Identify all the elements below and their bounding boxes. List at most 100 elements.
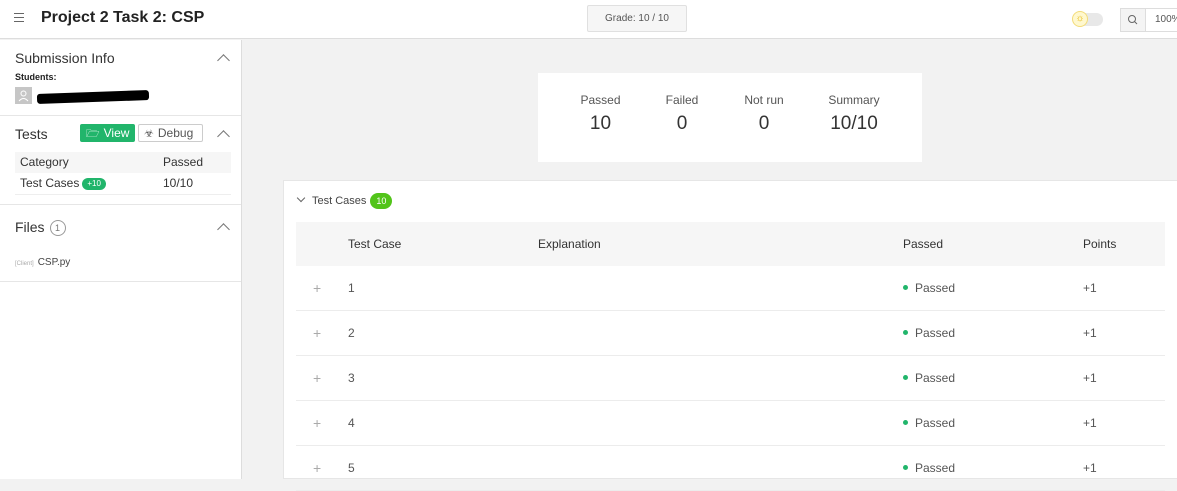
bug-icon: ☣ xyxy=(144,128,154,140)
expand-plus-icon[interactable]: + xyxy=(313,401,321,445)
points-cell: +1 xyxy=(1083,461,1097,475)
status-cell: Passed xyxy=(903,266,955,310)
status-cell: Passed xyxy=(903,356,955,400)
status-dot-icon xyxy=(903,375,908,380)
view-label: View xyxy=(103,126,130,140)
status-dot-icon xyxy=(903,465,908,470)
zoom-icon xyxy=(1128,15,1138,25)
submission-info-panel: Submission Info Students: xyxy=(0,40,241,116)
test-case-id: 1 xyxy=(348,281,355,295)
table-row[interactable]: + 1 Passed +1 xyxy=(296,266,1165,311)
failed-stat: Failed 0 xyxy=(662,93,702,135)
files-count-badge: 1 xyxy=(49,220,66,236)
zoom-level[interactable]: 100% xyxy=(1146,8,1177,32)
passed-column-header: Passed xyxy=(903,237,944,251)
debug-label: Debug xyxy=(157,126,194,140)
files-panel: Files 1 [Client] CSP.py xyxy=(0,205,241,282)
collapse-caret-icon[interactable] xyxy=(217,223,230,236)
category-cell: Test Cases +10 xyxy=(20,173,106,194)
tests-panel: Tests 🗁 View ☣ Debug Category Passed Test … xyxy=(0,116,241,205)
page-title: Project 2 Task 2: CSP xyxy=(41,9,205,26)
view-button[interactable]: 🗁 View xyxy=(80,124,135,142)
category-table: Category Passed Test Cases +10 10/10 xyxy=(15,152,231,195)
file-item[interactable]: [Client] CSP.py xyxy=(15,257,70,268)
test-cases-table: Test Case Explanation Passed Points + 1 … xyxy=(296,222,1165,491)
points-cell: +1 xyxy=(1083,371,1097,385)
status-dot-icon xyxy=(903,285,908,290)
points-column-header: Points xyxy=(1083,237,1117,251)
summary-stat-label: Summary xyxy=(828,93,880,107)
file-tag: [Client] xyxy=(15,261,34,267)
status-label: Passed xyxy=(915,281,956,295)
test-case-column-header: Test Case xyxy=(348,237,402,251)
score-badge: +10 xyxy=(82,178,106,190)
test-count-badge: 10 xyxy=(370,193,393,209)
theme-toggle[interactable]: ☼ xyxy=(1072,11,1103,27)
avatar xyxy=(15,87,32,104)
points-cell: +1 xyxy=(1083,281,1097,295)
passed-column-header: Passed xyxy=(163,155,204,169)
points-cell: +1 xyxy=(1083,326,1097,340)
status-cell: Passed xyxy=(903,401,955,445)
notrun-stat: Not run 0 xyxy=(741,93,787,135)
file-name: CSP.py xyxy=(37,257,71,268)
status-label: Passed xyxy=(915,326,956,340)
test-case-id: 3 xyxy=(348,371,355,385)
category-name: Test Cases xyxy=(20,176,80,190)
sidebar: Submission Info Students: Tests 🗁 View ☣ D… xyxy=(0,40,242,479)
top-bar: Project 2 Task 2: CSP Grade: 10 / 10 ☼ 1… xyxy=(0,0,1177,39)
status-dot-icon xyxy=(903,330,908,335)
chevron-down-icon xyxy=(296,193,306,203)
failed-stat-label: Failed xyxy=(665,93,699,107)
expand-plus-icon[interactable]: + xyxy=(313,446,321,490)
summary-stat: Summary 10/10 xyxy=(825,93,883,135)
results-summary-card: Passed 10 Failed 0 Not run 0 Summary 10/… xyxy=(538,73,922,162)
folder-icon: 🗁 xyxy=(86,128,100,140)
tests-title[interactable]: Tests xyxy=(15,126,48,142)
expand-plus-icon[interactable]: + xyxy=(313,266,321,310)
table-row[interactable]: + 3 Passed +1 xyxy=(296,356,1165,401)
table-row[interactable]: Test Cases +10 10/10 xyxy=(15,173,231,195)
test-case-id: 5 xyxy=(348,461,355,475)
zoom-button[interactable] xyxy=(1120,8,1146,32)
expand-plus-icon[interactable]: + xyxy=(313,356,321,400)
summary-stat-value: 10/10 xyxy=(830,113,878,134)
points-cell: +1 xyxy=(1083,416,1097,430)
category-column-header: Category xyxy=(20,155,69,169)
passed-stat: Passed 10 xyxy=(578,93,623,135)
status-cell: Passed xyxy=(903,446,955,490)
passed-stat-label: Passed xyxy=(580,93,621,107)
students-label: Students: xyxy=(15,72,57,82)
table-row[interactable]: + 5 Passed +1 xyxy=(296,446,1165,491)
status-label: Passed xyxy=(915,371,956,385)
status-label: Passed xyxy=(915,461,956,475)
table-row[interactable]: + 2 Passed +1 xyxy=(296,311,1165,356)
category-table-header: Category Passed xyxy=(15,152,231,173)
test-case-id: 2 xyxy=(348,326,355,340)
explanation-column-header: Explanation xyxy=(538,237,601,251)
files-title[interactable]: Files 1 xyxy=(15,219,66,236)
menu-icon[interactable] xyxy=(14,13,24,22)
collapse-caret-icon[interactable] xyxy=(217,54,230,67)
failed-stat-value: 0 xyxy=(676,113,688,134)
notrun-stat-value: 0 xyxy=(758,113,770,134)
debug-button[interactable]: ☣ Debug xyxy=(138,124,203,142)
status-dot-icon xyxy=(903,420,908,425)
collapse-caret-icon[interactable] xyxy=(217,130,230,143)
status-label: Passed xyxy=(915,416,956,430)
test-case-id: 4 xyxy=(348,416,355,430)
passed-cell: 10/10 xyxy=(163,176,194,190)
table-row[interactable]: + 4 Passed +1 xyxy=(296,401,1165,446)
files-label: Files xyxy=(15,219,45,235)
notrun-stat-label: Not run xyxy=(744,93,784,107)
redacted-student-name xyxy=(36,90,150,104)
expand-plus-icon[interactable]: + xyxy=(313,311,321,355)
test-cases-section: Test Cases 10 Test Case Explanation Passe… xyxy=(283,180,1177,491)
status-cell: Passed xyxy=(903,311,955,355)
test-cases-header[interactable]: Test Cases 10 xyxy=(296,193,393,209)
sun-icon: ☼ xyxy=(1072,11,1088,27)
table-header: Test Case Explanation Passed Points xyxy=(296,222,1165,266)
grade-display: Grade: 10 / 10 xyxy=(587,5,687,32)
submission-info-title[interactable]: Submission Info xyxy=(15,50,115,66)
test-cases-title: Test Cases xyxy=(312,195,367,207)
